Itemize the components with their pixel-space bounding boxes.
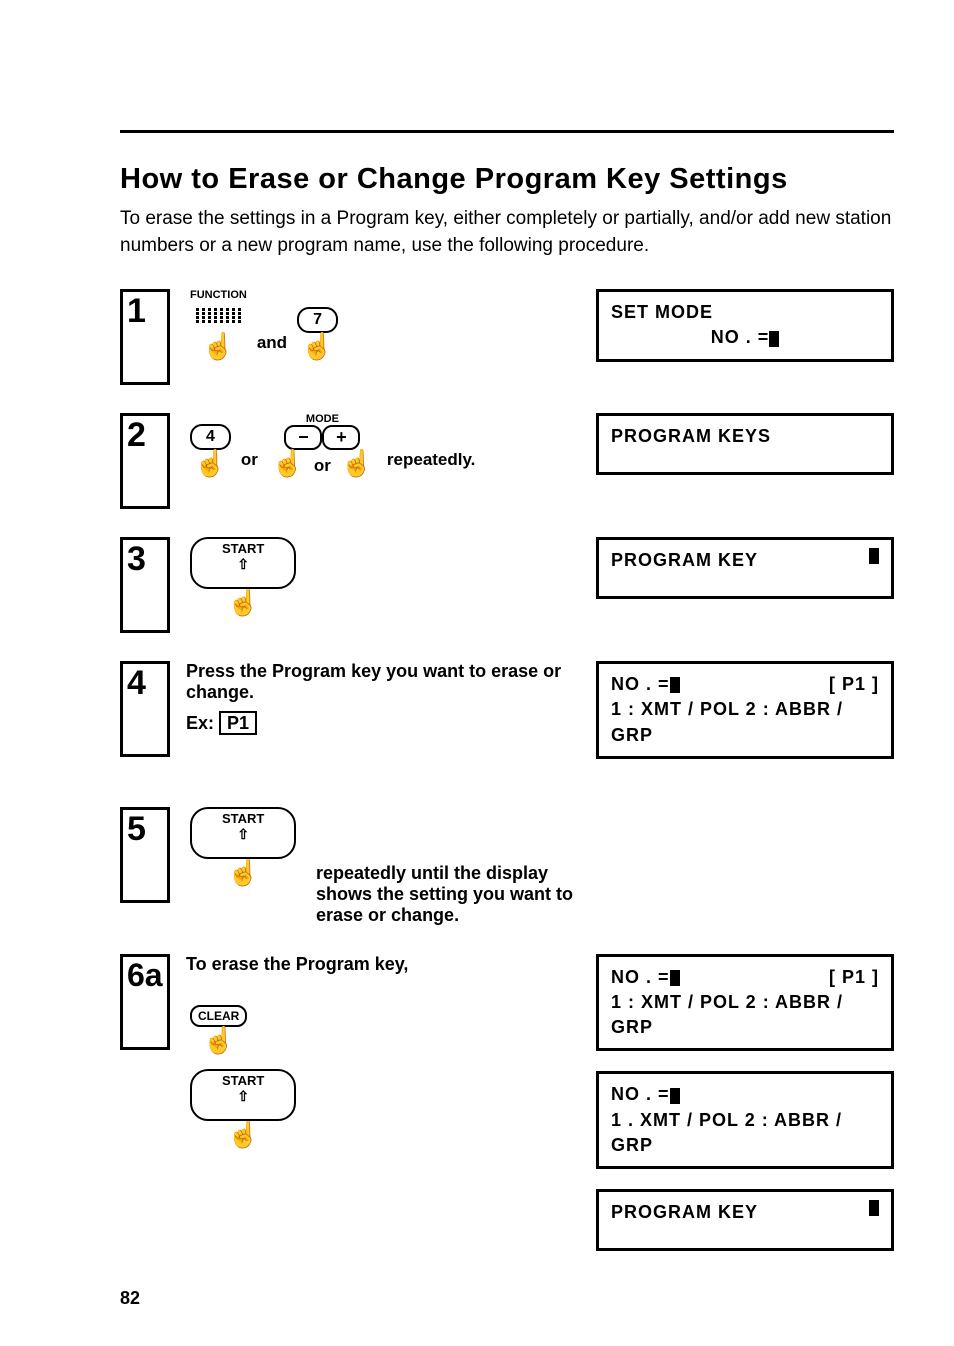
start-key: START⇧ <box>190 807 296 859</box>
step-5: 5 START⇧ ☝ repeatedly until the display … <box>120 807 894 926</box>
display-line: NO . = <box>611 325 879 350</box>
lcd-display: NO . = [ P1 ] 1 : XMT / POL 2 : ABBR / G… <box>596 954 894 1052</box>
hand-press-icon: ☝ <box>268 450 308 476</box>
lcd-display: NO . = 1 . XMT / POL 2 : ABBR / GRP <box>596 1071 894 1169</box>
display-line: 1 : XMT / POL 2 : ABBR / GRP <box>611 697 879 747</box>
hand-press-icon: ☝ <box>199 1027 239 1053</box>
step-number: 3 <box>120 537 170 633</box>
key-4: 4 <box>190 424 231 450</box>
cursor-icon <box>869 1200 879 1216</box>
repeatedly-label: repeatedly. <box>387 450 476 470</box>
page-title: How to Erase or Change Program Key Setti… <box>120 163 894 196</box>
display-line: 1 : XMT / POL 2 : ABBR / GRP <box>611 990 879 1040</box>
start-key: START⇧ <box>190 537 296 589</box>
step-number: 4 <box>120 661 170 757</box>
display-line: [ P1 ] <box>829 672 879 697</box>
display-line: SET MODE <box>611 300 879 325</box>
hand-press-icon: ☝ <box>190 450 230 476</box>
function-label: FUNCTION <box>190 289 247 301</box>
cursor-icon <box>869 548 879 564</box>
lcd-display: PROGRAM KEY <box>596 537 894 599</box>
step-2: 2 4 ☝ or MODE −+ ☝ or ☝ <box>120 413 894 509</box>
key-7: 7 <box>297 307 338 333</box>
step-number: 1 <box>120 289 170 385</box>
hand-press-icon: ☝ <box>223 859 263 885</box>
clear-key: CLEAR <box>190 1005 247 1027</box>
lcd-display: PROGRAM KEY <box>596 1189 894 1251</box>
step-1: 1 FUNCTION ☝ and 7 ☝ <box>120 289 894 385</box>
display-line: PROGRAM KEY <box>611 548 758 573</box>
arrow-up-icon: ⇧ <box>237 556 249 572</box>
lcd-display: PROGRAM KEYS <box>596 413 894 475</box>
mode-plus-key: + <box>322 425 360 450</box>
display-line: 1 . XMT / POL 2 : ABBR / GRP <box>611 1108 879 1158</box>
or-label: or <box>241 450 258 470</box>
start-key: START⇧ <box>190 1069 296 1121</box>
mode-minus-key: − <box>284 425 322 450</box>
display-line: PROGRAM KEYS <box>611 424 879 449</box>
and-label: and <box>257 333 287 353</box>
hand-press-icon: ☝ <box>223 589 263 615</box>
hand-press-icon: ☝ <box>223 1121 263 1147</box>
arrow-up-icon: ⇧ <box>237 826 249 842</box>
or-label: or <box>314 456 331 476</box>
hand-press-icon: ☝ <box>298 333 338 359</box>
hand-press-icon: ☝ <box>198 333 238 359</box>
step-4: 4 Press the Program key you want to eras… <box>120 661 894 779</box>
step-number: 2 <box>120 413 170 509</box>
display-line: PROGRAM KEY <box>611 1200 758 1225</box>
cursor-icon <box>670 970 680 986</box>
step-number: 5 <box>120 807 170 903</box>
hand-press-icon: ☝ <box>337 450 377 476</box>
cursor-icon <box>670 677 680 693</box>
mode-label: MODE <box>306 413 339 425</box>
arrow-up-icon: ⇧ <box>237 1088 249 1104</box>
step-text: Press the Program key you want to erase … <box>186 661 561 702</box>
intro-text: To erase the settings in a Program key, … <box>120 206 894 259</box>
cursor-icon <box>769 331 779 347</box>
page-number: 82 <box>120 1288 140 1309</box>
lcd-display: SET MODE NO . = <box>596 289 894 361</box>
step-6a: 6a To erase the Program key, CLEAR ☝ STA… <box>120 954 894 1271</box>
lcd-display: NO . = [ P1 ] 1 : XMT / POL 2 : ABBR / G… <box>596 661 894 759</box>
step-text: repeatedly until the display shows the s… <box>316 863 582 926</box>
function-grid-key-icon <box>195 307 241 333</box>
cursor-icon <box>670 1088 680 1104</box>
step-number: 6a <box>120 954 170 1050</box>
step-text: To erase the Program key, <box>186 954 582 975</box>
example-label: Ex: <box>186 713 214 733</box>
display-line: [ P1 ] <box>829 965 879 990</box>
p1-key: P1 <box>219 711 257 735</box>
step-3: 3 START⇧ ☝ PROGRAM KEY <box>120 537 894 633</box>
